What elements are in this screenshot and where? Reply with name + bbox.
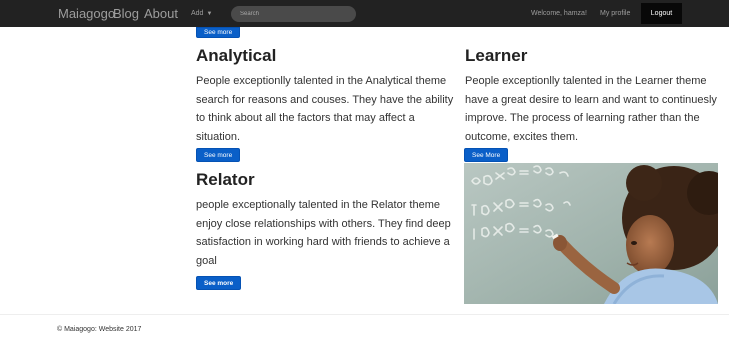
welcome-text: Welcome, hamza! <box>531 10 587 17</box>
caret-down-icon: ▼ <box>206 11 213 17</box>
analytical-title: Analytical <box>196 46 277 65</box>
brand-link[interactable]: Maiagogo <box>58 0 115 27</box>
learner-description: People exceptionlly talented in the Lear… <box>465 75 717 144</box>
about-link[interactable]: About <box>144 0 178 27</box>
blog-link[interactable]: Blog <box>113 0 139 27</box>
relator-description: people exceptionally talented in the Rel… <box>196 199 451 268</box>
footer-divider <box>0 314 729 315</box>
analytical-see-more-button[interactable]: See more <box>196 148 241 162</box>
footer-copyright: © Maiagogo: Website 2017 <box>57 326 142 333</box>
my-profile-link[interactable]: My profile <box>600 0 630 27</box>
learner-title: Learner <box>465 46 528 65</box>
search-input[interactable] <box>231 6 356 22</box>
see-more-button-top[interactable]: See more <box>196 27 241 38</box>
navbar: Maiagogo Blog About Add▼ Welcome, hamza!… <box>0 0 729 27</box>
relator-see-more-button[interactable]: See more <box>196 276 242 290</box>
analytical-description: People exceptionlly talented in the Anal… <box>196 75 454 144</box>
logout-button[interactable]: Logout <box>641 3 682 24</box>
relator-title: Relator <box>196 170 255 189</box>
add-dropdown[interactable]: Add ▼ <box>191 0 212 27</box>
add-dropdown-label: Add <box>191 10 204 17</box>
learner-photo <box>464 163 718 304</box>
learner-see-more-button[interactable]: See More <box>464 148 509 162</box>
